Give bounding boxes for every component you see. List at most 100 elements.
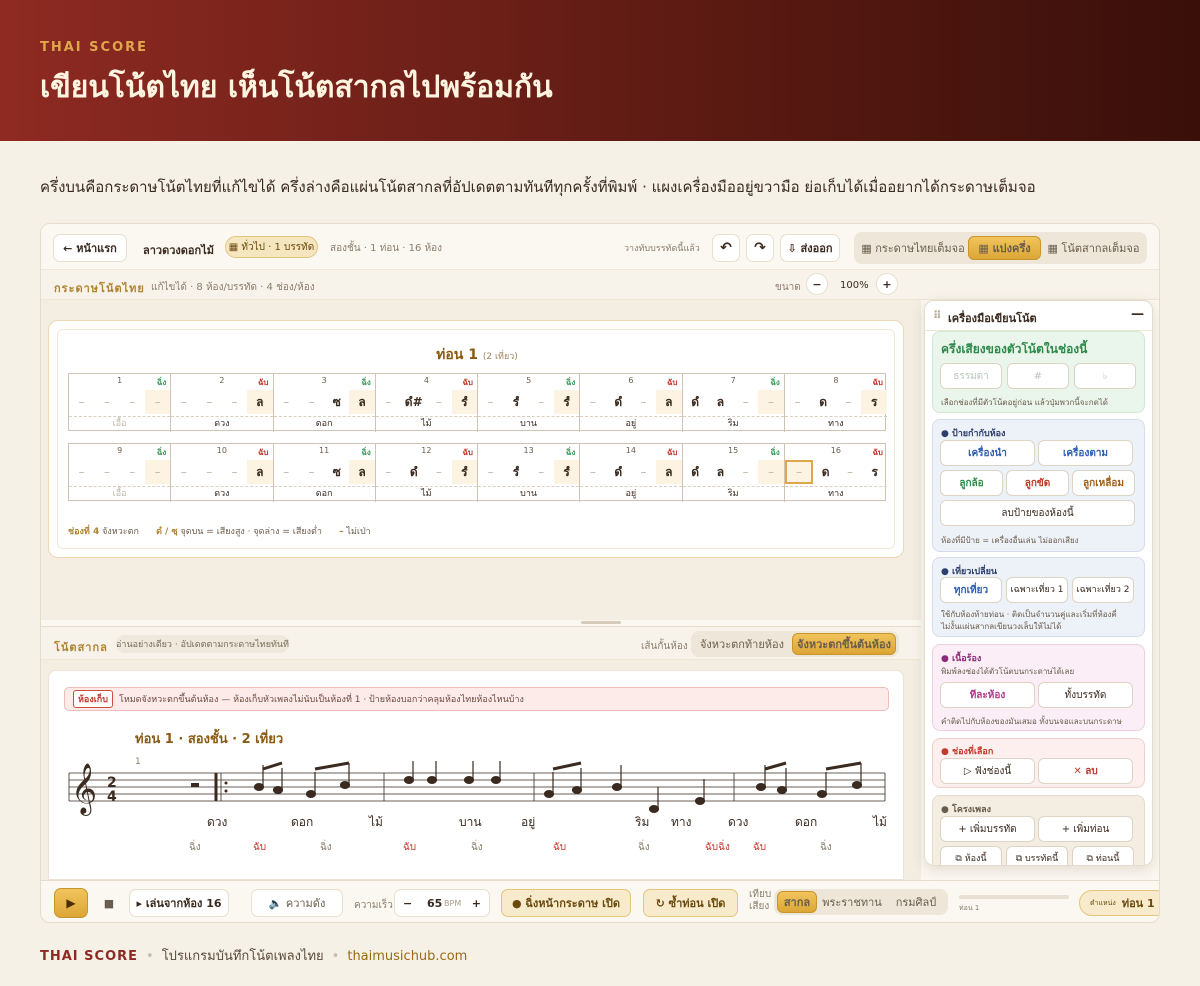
lyric-slot[interactable]: บาน bbox=[478, 486, 580, 502]
lyric-slot[interactable]: อยู่ bbox=[580, 486, 682, 502]
follow-instrument-button[interactable]: เครื่องตาม bbox=[1038, 440, 1133, 466]
lyric-slot[interactable]: ไม้ bbox=[375, 416, 477, 432]
note-slot[interactable]: ด bbox=[810, 390, 836, 414]
note-slot[interactable]: – bbox=[758, 460, 784, 484]
natural-button[interactable]: ธรรมดา bbox=[940, 363, 1002, 389]
note-slot[interactable]: – bbox=[94, 390, 119, 414]
note-slot[interactable]: ล bbox=[349, 460, 375, 484]
measure-cell[interactable]: 13 ฉิ่ง – รํ – รํ บาน bbox=[478, 444, 581, 502]
note-slot[interactable]: รํ bbox=[503, 460, 528, 484]
copy-section-button[interactable]: ⧉ ท่อนนี้ bbox=[1072, 846, 1134, 865]
lead-instrument-button[interactable]: เครื่องนำ bbox=[940, 440, 1035, 466]
barline-end-option[interactable]: จังหวะตกท้ายห้อง bbox=[694, 633, 790, 655]
export-button[interactable]: ⇩ ส่งออก bbox=[780, 234, 840, 262]
luk-lo-button[interactable]: ลูกล้อ bbox=[940, 470, 1003, 496]
all-rounds-button[interactable]: ทุกเที่ยว bbox=[940, 577, 1002, 603]
sharp-button[interactable]: # bbox=[1007, 363, 1069, 389]
note-slot[interactable]: – bbox=[222, 460, 247, 484]
repeat-toggle[interactable]: ↻ ซ้ำท่อน เปิด bbox=[643, 889, 738, 917]
note-slot[interactable]: – bbox=[426, 390, 451, 414]
redo-button[interactable]: ↷ bbox=[746, 234, 774, 262]
measure-cell[interactable]: 8 ฉับ – ด – รทาง bbox=[784, 374, 887, 432]
copy-measure-button[interactable]: ⧉ ห้องนี้ bbox=[940, 846, 1002, 865]
tuning-western[interactable]: สากล bbox=[777, 891, 817, 913]
note-slot[interactable]: – bbox=[631, 390, 656, 414]
note-slot[interactable]: ร bbox=[861, 390, 887, 414]
note-slot[interactable]: – bbox=[784, 460, 814, 484]
lyric-slot[interactable]: ดอก bbox=[273, 416, 375, 432]
note-slot[interactable]: รํ bbox=[553, 460, 580, 484]
stop-button[interactable]: ■ bbox=[96, 888, 122, 918]
lyric-slot[interactable]: ทาง bbox=[784, 416, 887, 432]
tempo-decrease[interactable]: − bbox=[403, 897, 412, 910]
note-slot[interactable]: – bbox=[376, 460, 401, 484]
ching-follow-toggle[interactable]: ● ฉิ่งหน้ากระดาษ เปิด bbox=[501, 889, 631, 917]
note-slot[interactable]: – bbox=[758, 390, 784, 414]
note-slot[interactable]: ล bbox=[349, 390, 375, 414]
lyric-slot[interactable]: ริม bbox=[682, 486, 784, 502]
note-slot[interactable]: ดํ bbox=[683, 390, 708, 414]
measure-cell[interactable]: 9 ฉิ่ง – – – – เอื้อ bbox=[69, 444, 172, 502]
tuning-fine-arts[interactable]: กรมศิลป์ bbox=[887, 891, 945, 913]
note-slot[interactable]: ดํ# bbox=[401, 390, 426, 414]
note-slot[interactable]: ล bbox=[656, 390, 682, 414]
note-slot[interactable]: ซ bbox=[324, 390, 349, 414]
volume-control[interactable]: 🔈 ความดัง bbox=[251, 889, 343, 917]
drag-handle-icon[interactable]: ⠿ bbox=[933, 309, 942, 322]
measure-cell[interactable]: 5 ฉิ่ง – รํ – รํ บาน bbox=[478, 374, 581, 432]
measure-cell[interactable]: 7 ฉิ่ง ดํล – – ริม bbox=[682, 374, 785, 432]
note-slot[interactable]: ดํ bbox=[683, 460, 708, 484]
play-button[interactable]: ▶ bbox=[54, 888, 88, 918]
note-slot[interactable]: รํ bbox=[503, 390, 528, 414]
note-slot[interactable]: – bbox=[144, 390, 171, 414]
measure-cell[interactable]: 3 ฉิ่ง – – ซลดอก bbox=[273, 374, 376, 432]
round-2-button[interactable]: เฉพาะเที่ยว 2 bbox=[1072, 577, 1134, 603]
note-slot[interactable]: ดํ bbox=[606, 390, 631, 414]
lyric-slot[interactable]: อยู่ bbox=[580, 416, 682, 432]
note-slot[interactable]: – bbox=[836, 390, 862, 414]
measure-cell[interactable]: 15 ฉิ่ง ดํล – – ริม bbox=[682, 444, 785, 502]
note-slot[interactable]: – bbox=[478, 390, 503, 414]
lyric-slot[interactable]: เอื้อ bbox=[69, 486, 171, 502]
add-section-button[interactable]: + เพิ่มท่อน bbox=[1038, 816, 1133, 842]
note-slot[interactable]: – bbox=[69, 460, 94, 484]
progress-track[interactable] bbox=[959, 895, 1069, 899]
note-slot[interactable]: – bbox=[197, 460, 222, 484]
luk-khat-button[interactable]: ลูกขัด bbox=[1006, 470, 1069, 496]
note-slot[interactable]: – bbox=[785, 390, 811, 414]
lyric-slot[interactable]: เอื้อ bbox=[69, 416, 171, 432]
zoom-out-button[interactable]: − bbox=[806, 273, 828, 295]
lyric-slot[interactable]: ริม bbox=[682, 416, 784, 432]
tool-panel-header[interactable]: ⠿ เครื่องมือเขียนโน้ต — bbox=[925, 301, 1152, 331]
note-slot[interactable]: – bbox=[171, 390, 196, 414]
note-slot[interactable]: – bbox=[94, 460, 119, 484]
view-split[interactable]: ▦ แบ่งครึ่ง bbox=[968, 236, 1041, 260]
measure-cell[interactable]: 4 ฉับ – ดํ# – รํ ไม้ bbox=[375, 374, 478, 432]
note-slot[interactable]: – bbox=[144, 460, 171, 484]
note-slot[interactable]: ล bbox=[708, 460, 733, 484]
note-slot[interactable]: – bbox=[120, 390, 145, 414]
note-slot[interactable]: – bbox=[120, 460, 145, 484]
note-slot[interactable]: – bbox=[838, 460, 863, 484]
undo-button[interactable]: ↶ bbox=[712, 234, 740, 262]
lyric-slot[interactable]: บาน bbox=[478, 416, 580, 432]
measure-cell[interactable]: 14 ฉับ – ดํ – ลอยู่ bbox=[580, 444, 683, 502]
note-slot[interactable]: – bbox=[274, 460, 299, 484]
measure-cell[interactable]: 11 ฉิ่ง – – ซลดอก bbox=[273, 444, 376, 502]
lyric-slot[interactable]: ทาง bbox=[784, 486, 887, 502]
measure-cell[interactable]: 2 ฉับ – – – ลดวง bbox=[171, 374, 274, 432]
home-button[interactable]: ← หน้าแรก bbox=[53, 234, 127, 262]
note-slot[interactable]: ล bbox=[247, 390, 273, 414]
note-slot[interactable]: ดํ bbox=[606, 460, 631, 484]
note-slot[interactable]: – bbox=[426, 460, 451, 484]
footer-link[interactable]: thaimusichub.com bbox=[347, 949, 467, 964]
note-slot[interactable]: – bbox=[299, 460, 324, 484]
measure-cell[interactable]: 6 ฉับ – ดํ – ลอยู่ bbox=[580, 374, 683, 432]
play-cell-button[interactable]: ▷ ฟังช่องนี้ bbox=[940, 758, 1035, 784]
split-resize-handle[interactable] bbox=[581, 621, 621, 624]
note-slot[interactable]: – bbox=[580, 390, 605, 414]
note-slot[interactable]: รํ bbox=[451, 390, 477, 414]
note-slot[interactable]: – bbox=[69, 390, 94, 414]
round-1-button[interactable]: เฉพาะเที่ยว 1 bbox=[1006, 577, 1068, 603]
note-slot[interactable]: – bbox=[171, 460, 196, 484]
